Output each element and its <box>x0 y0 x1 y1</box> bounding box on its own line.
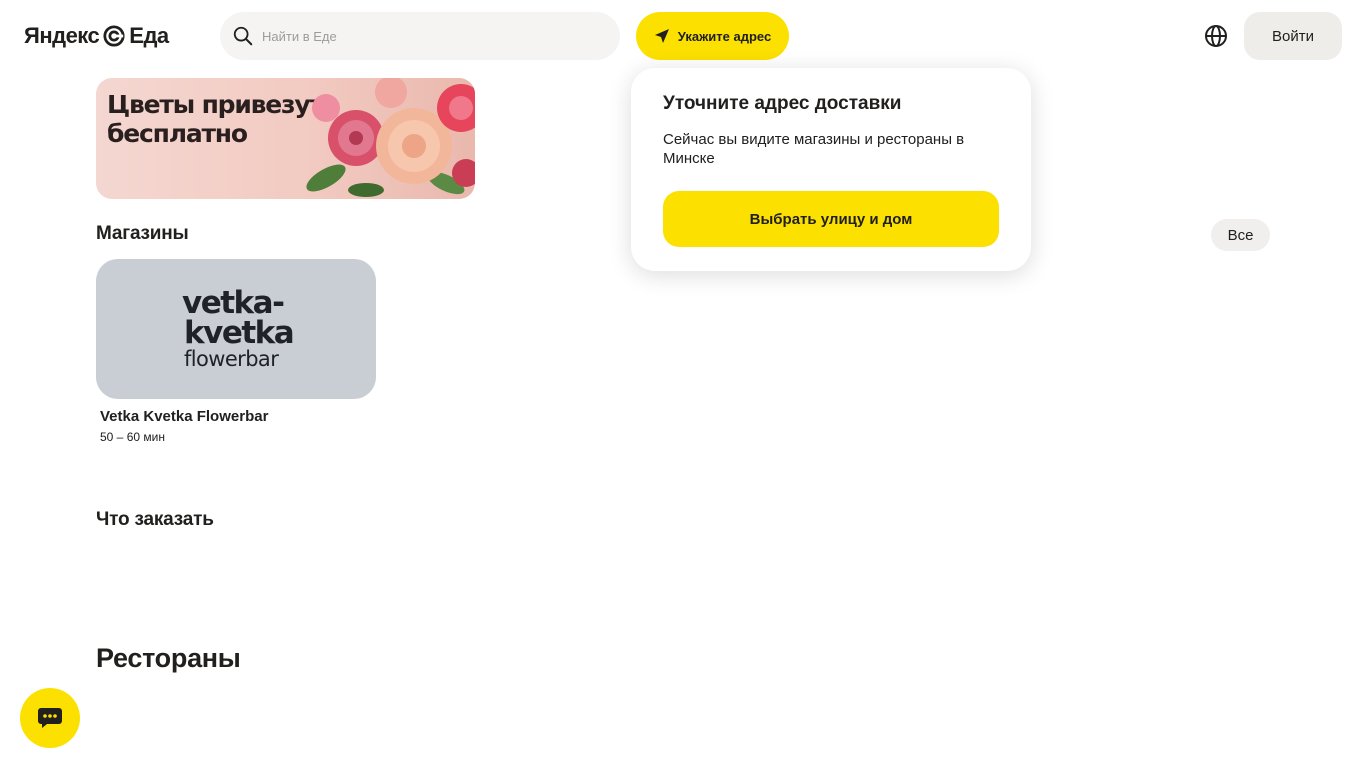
logo[interactable]: Яндекс Еда <box>24 22 169 50</box>
popover-title: Уточните адрес доставки <box>663 93 902 114</box>
what-to-order-title: Что заказать <box>96 509 214 530</box>
restaurants-title: Рестораны <box>96 643 241 673</box>
shop-logo-line3: flowerbar <box>184 347 279 371</box>
address-popover: Уточните адрес доставки Сейчас вы видите… <box>631 68 1031 271</box>
shop-delivery-time: 50 – 60 мин <box>100 430 165 444</box>
flowers-image <box>306 78 475 197</box>
all-shops-button[interactable]: Все <box>1211 219 1270 251</box>
chat-button[interactable] <box>20 688 80 748</box>
shop-image: vetka- kvetka flowerbar <box>96 259 376 399</box>
globe-icon[interactable] <box>1204 24 1228 48</box>
location-arrow-icon <box>654 29 669 43</box>
banner-title: Цветы привезут бесплатно <box>107 90 324 148</box>
search-icon <box>233 26 253 46</box>
popover-text: Сейчас вы видите магазины и рестораны в … <box>663 131 965 167</box>
address-button[interactable]: Укажите адрес <box>636 12 789 60</box>
shop-card[interactable]: vetka- kvetka flowerbar Vetka Kvetka Flo… <box>96 259 376 449</box>
chat-icon <box>38 708 62 728</box>
logo-text: Яндекс <box>24 23 100 48</box>
yandex-eda-logo-icon <box>103 25 125 47</box>
login-button[interactable]: Войти <box>1244 12 1342 60</box>
shop-logo-line2: kvetka <box>184 315 295 351</box>
address-button-label: Укажите адрес <box>677 28 772 44</box>
shop-name: Vetka Kvetka Flowerbar <box>100 408 269 425</box>
search-bar[interactable] <box>220 12 620 60</box>
search-input[interactable] <box>262 28 602 44</box>
shops-section-title: Магазины <box>96 223 189 244</box>
choose-address-button[interactable]: Выбрать улицу и дом <box>663 191 999 247</box>
logo-suffix: Еда <box>129 23 169 48</box>
promo-banner[interactable]: Цветы привезут бесплатно <box>96 78 475 199</box>
